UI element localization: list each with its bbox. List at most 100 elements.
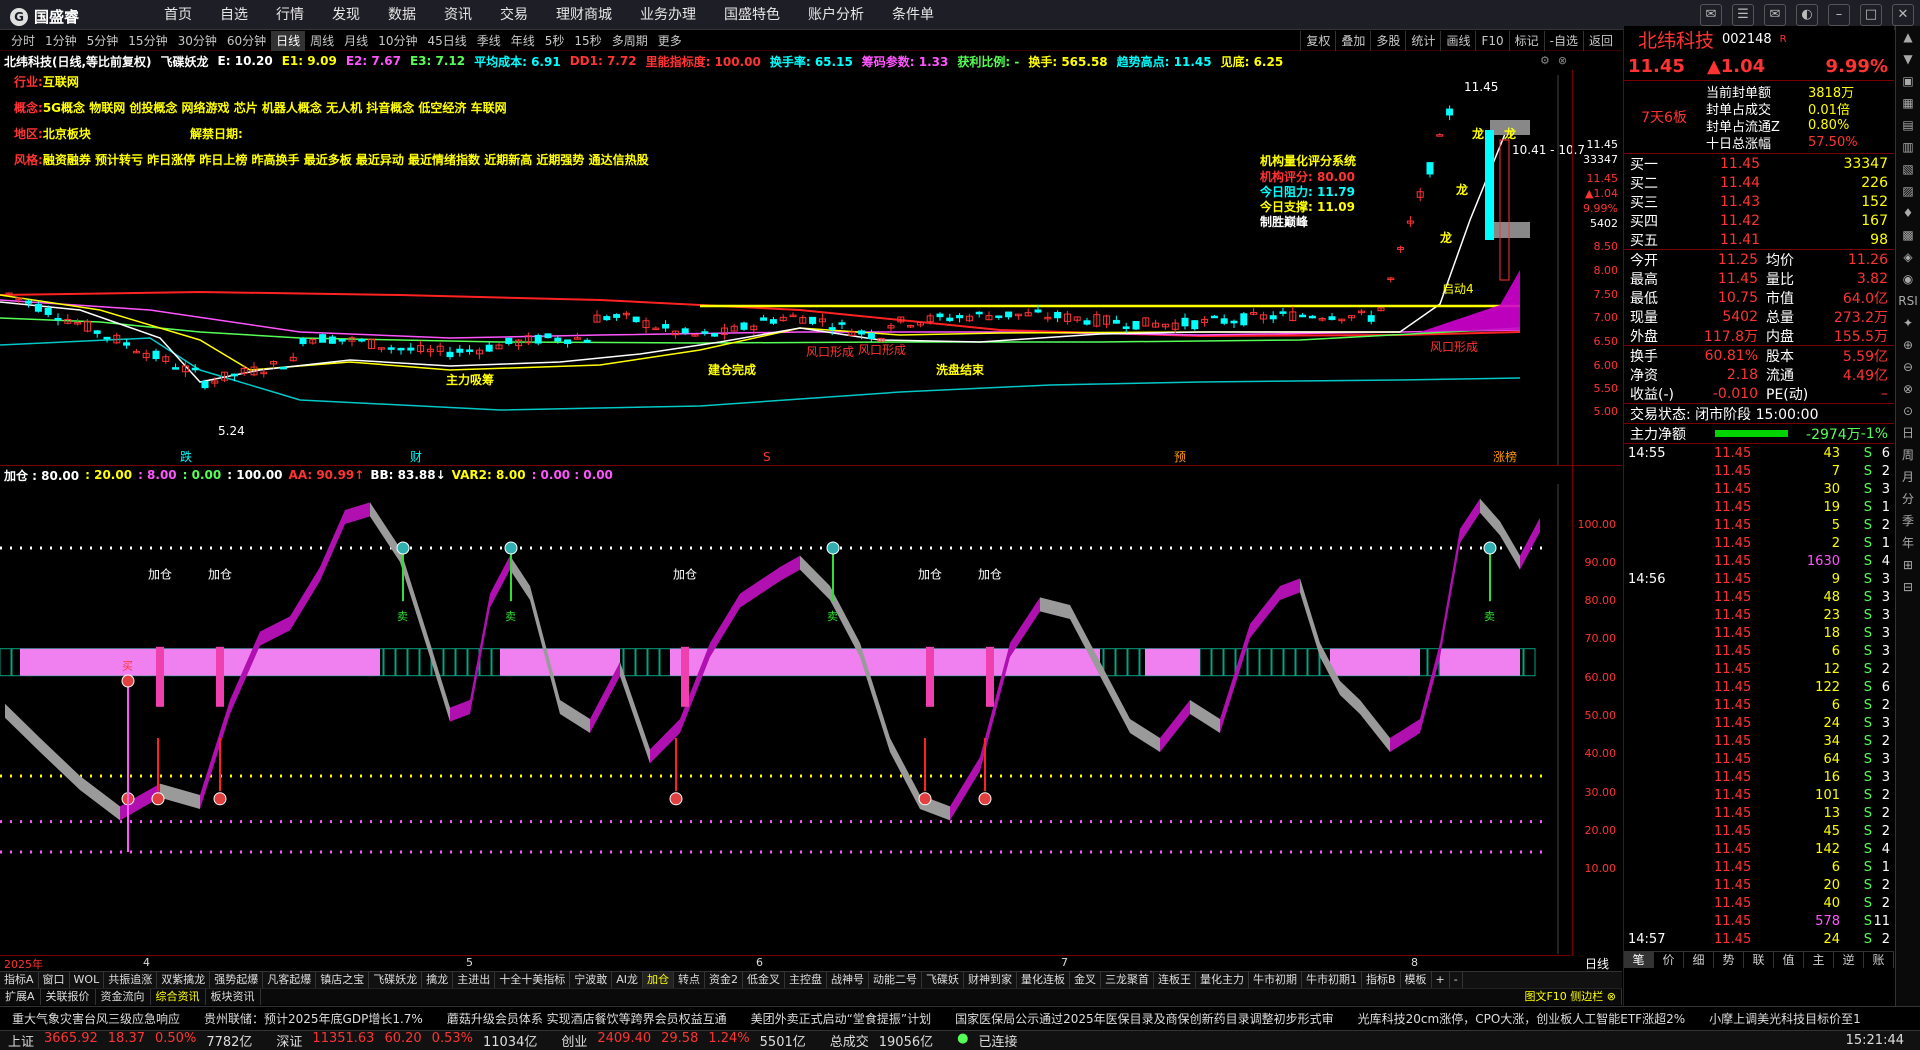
ind-tab-5[interactable]: 强势起爆 (210, 972, 264, 988)
side-icon-11[interactable]: ◉ (1896, 268, 1920, 290)
side-icon-24[interactable]: ⊞ (1896, 554, 1920, 576)
side-icon-8[interactable]: ♦ (1896, 202, 1920, 224)
ind-tab-8[interactable]: 飞碟妖龙 (369, 972, 423, 988)
side-icon-14[interactable]: ⊕ (1896, 334, 1920, 356)
close-button[interactable]: ✕ (1892, 4, 1914, 26)
news-item-0[interactable]: 重大气象灾害台风三级应急响应 (0, 1010, 192, 1027)
ind-tab-7[interactable]: 镇店之宝 (316, 972, 370, 988)
chat-icon[interactable]: ✉ (1700, 4, 1722, 26)
sub-tab-right[interactable]: 图文F10 侧边栏 ⊗ (1519, 989, 1622, 1005)
period-tab-5[interactable]: 60分钟 (222, 31, 271, 51)
ind-tab-10[interactable]: 主进出 (453, 972, 496, 988)
menu-item-8[interactable]: 业务办理 (626, 0, 710, 30)
news-item-2[interactable]: 蘑菇升级会员体系 实现酒店餐饮等跨界会员权益互通 (435, 1010, 739, 1027)
ind-tab-18[interactable]: 主控盘 (785, 972, 827, 988)
side-icon-15[interactable]: ⊖ (1896, 356, 1920, 378)
app-logo[interactable]: G 国盛睿 (10, 6, 79, 27)
sub-tab-2[interactable]: 资金流向 (96, 989, 151, 1005)
ind-tab-11[interactable]: 十全十美指标 (495, 972, 571, 988)
menu-item-0[interactable]: 首页 (150, 0, 206, 30)
tool-4[interactable]: 画线 (1440, 31, 1475, 51)
ind-tab-26[interactable]: 连板王 (1154, 972, 1196, 988)
quote-tab-3[interactable]: 势 (1714, 952, 1744, 968)
skin-icon[interactable]: ◐ (1796, 4, 1818, 26)
ind-tab-4[interactable]: 双紫擒龙 (157, 972, 211, 988)
side-icon-3[interactable]: ▦ (1896, 92, 1920, 114)
ind-tab-15[interactable]: 转点 (674, 972, 705, 988)
ind-tab-30[interactable]: 指标B (1362, 972, 1401, 988)
news-item-3[interactable]: 美团外卖正式启动“堂食提振”计划 (739, 1010, 943, 1027)
sub-tab-4[interactable]: 板块资讯 (206, 989, 261, 1005)
menu-item-6[interactable]: 交易 (486, 0, 542, 30)
menu-item-3[interactable]: 发现 (318, 0, 374, 30)
sub-tab-0[interactable]: 扩展A (0, 989, 41, 1005)
ind-tab-27[interactable]: 量化主力 (1196, 972, 1249, 988)
period-tab-3[interactable]: 15分钟 (123, 31, 172, 51)
quote-tab-1[interactable]: 价 (1654, 952, 1684, 968)
side-icon-13[interactable]: ✦ (1896, 312, 1920, 334)
ind-tab-22[interactable]: 财神到家 (964, 972, 1017, 988)
tool-5[interactable]: F10 (1475, 31, 1508, 51)
menu-item-1[interactable]: 自选 (206, 0, 262, 30)
side-icon-17[interactable]: ⊙ (1896, 400, 1920, 422)
side-icon-4[interactable]: ▤ (1896, 114, 1920, 136)
sub-tab-1[interactable]: 关联报价 (41, 989, 96, 1005)
side-icon-7[interactable]: ▨ (1896, 180, 1920, 202)
quote-tab-4[interactable]: 联 (1744, 952, 1774, 968)
bid-row-0[interactable]: 买一 11.45 33347 (1624, 154, 1894, 173)
quote-tab-7[interactable]: 逆 (1834, 952, 1864, 968)
menu-item-9[interactable]: 国盛特色 (710, 0, 794, 30)
news-item-6[interactable]: 小摩上调美光科技目标价至1 (1697, 1010, 1873, 1027)
side-icon-6[interactable]: ▧ (1896, 158, 1920, 180)
news-item-5[interactable]: 光库科技20cm涨停，CPO大涨，创业板人工智能ETF涨超2% (1346, 1010, 1697, 1027)
side-icon-21[interactable]: 分 (1896, 488, 1920, 510)
news-item-4[interactable]: 国家医保局公示通过2025年医保目录及商保创新药目录调整初步形式审 (943, 1010, 1346, 1027)
ind-tab-14[interactable]: 加仓 (642, 972, 674, 988)
side-icon-5[interactable]: ▥ (1896, 136, 1920, 158)
ind-tab-3[interactable]: 共振追涨 (104, 972, 158, 988)
message-icon[interactable]: ☰ (1732, 4, 1754, 26)
bid-row-4[interactable]: 买五 11.41 98 (1624, 230, 1894, 249)
period-tab-14[interactable]: 15秒 (569, 31, 606, 51)
side-icon-22[interactable]: 季 (1896, 510, 1920, 532)
side-icon-9[interactable]: ▩ (1896, 224, 1920, 246)
minimize-button[interactable]: – (1828, 4, 1850, 26)
tick-list[interactable]: 14:55 11.45 43 S 6 11.45 7 S 2 11.45 30 S 3 11.45 19 S 1… (1624, 444, 1894, 952)
ind-tab-29[interactable]: 牛市初期1 (1302, 972, 1362, 988)
period-tab-11[interactable]: 季线 (472, 31, 506, 51)
tool-1[interactable]: 叠加 (1335, 31, 1370, 51)
period-tab-6[interactable]: 日线 (271, 30, 306, 51)
close-icon[interactable]: ⊗ (1558, 54, 1567, 67)
period-tab-0[interactable]: 分时 (6, 31, 40, 51)
tool-0[interactable]: 复权 (1300, 31, 1335, 51)
indicator-chart[interactable]: 加仓 加仓 加仓 加仓 加仓买 卖 卖 卖 卖 (0, 484, 1570, 954)
tool-6[interactable]: 标记 (1508, 31, 1544, 51)
side-icon-2[interactable]: ▣ (1896, 70, 1920, 92)
ind-tab-9[interactable]: 擒龙 (422, 972, 454, 988)
ind-tab-33[interactable]: - (1450, 972, 1463, 988)
ind-tab-13[interactable]: AI龙 (612, 972, 643, 988)
ind-tab-23[interactable]: 量化连板 (1017, 972, 1070, 988)
status-sh[interactable]: 上证 3665.92 18.37 0.50% 7782亿 (0, 1031, 268, 1050)
tool-3[interactable]: 统计 (1405, 31, 1440, 51)
quote-tab-5[interactable]: 值 (1774, 952, 1804, 968)
bid-row-2[interactable]: 买三 11.43 152 (1624, 192, 1894, 211)
period-tab-8[interactable]: 月线 (339, 31, 373, 51)
menu-item-7[interactable]: 理财商城 (542, 0, 626, 30)
period-tab-13[interactable]: 5秒 (540, 31, 570, 51)
mail-icon[interactable]: ✉ (1764, 4, 1786, 26)
side-icon-25[interactable]: ⊟ (1896, 576, 1920, 598)
ind-tab-16[interactable]: 资金2 (705, 972, 743, 988)
period-tab-12[interactable]: 年线 (506, 31, 540, 51)
side-icon-10[interactable]: ◈ (1896, 246, 1920, 268)
menu-item-2[interactable]: 行情 (262, 0, 318, 30)
period-tab-1[interactable]: 1分钟 (40, 31, 82, 51)
side-icon-0[interactable]: ▲ (1896, 26, 1920, 48)
period-tab-7[interactable]: 周线 (305, 31, 339, 51)
ind-tab-24[interactable]: 金叉 (1070, 972, 1101, 988)
side-icon-18[interactable]: 日 (1896, 422, 1920, 444)
side-icon-12[interactable]: RSI (1896, 290, 1920, 312)
maximize-button[interactable]: □ (1860, 4, 1882, 26)
ind-tab-12[interactable]: 宁波敢 (570, 972, 613, 988)
side-icon-20[interactable]: 月 (1896, 466, 1920, 488)
